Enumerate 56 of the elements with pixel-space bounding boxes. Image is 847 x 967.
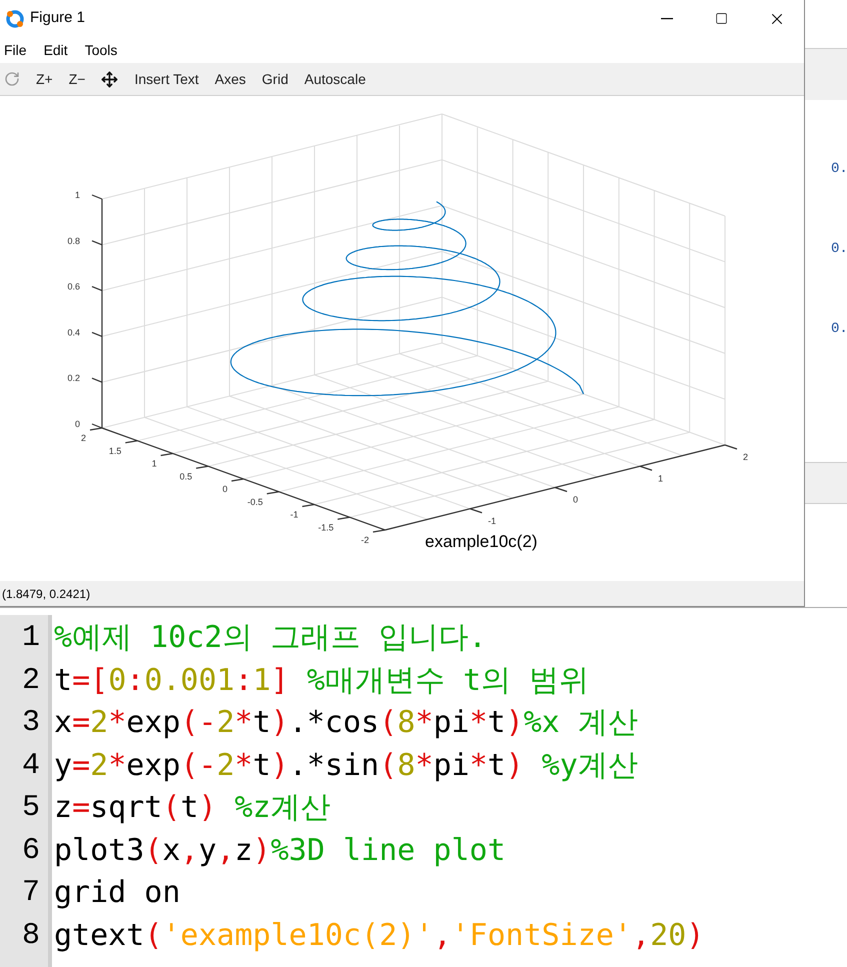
code-line: plot3(x,y,z)%3D line plot — [54, 832, 507, 870]
tick-label: -0.5 — [247, 496, 263, 507]
tick-label: 0.8 — [67, 236, 80, 246]
tick-label: 0.2 — [67, 373, 80, 384]
toolbar-button[interactable]: Insert Text — [134, 68, 199, 90]
toolbar-button[interactable]: Axes — [214, 68, 246, 90]
tick-label: -1.5 — [318, 522, 334, 532]
line-number: 2 — [22, 662, 40, 700]
minimize-icon — [660, 18, 672, 20]
rotate-icon[interactable] — [4, 71, 20, 87]
code-line: x=2*exp(-2*t).*cos(8*pi*t)%x 계산 — [54, 704, 639, 742]
tick-label: 0 — [222, 484, 228, 494]
toolbar-button[interactable]: Grid — [262, 68, 288, 90]
value-text: 0. — [831, 160, 847, 178]
tick-label: 2 — [743, 452, 748, 462]
app-logo-icon — [5, 8, 25, 28]
tick-label: 1 — [152, 458, 157, 468]
tick-label: 1 — [74, 190, 80, 200]
toolbar-button[interactable]: Z+ — [36, 68, 53, 90]
tick-label: -1 — [290, 510, 298, 520]
toolbar-button[interactable]: Autoscale — [304, 68, 366, 90]
code-line: gtext('example10c(2)','FontSize',20) — [54, 916, 704, 954]
plot-annotation: example10c(2) — [425, 532, 538, 551]
line-number: 3 — [22, 705, 40, 742]
line-number: 7 — [22, 875, 40, 912]
tick-label: -2 — [360, 535, 369, 545]
line-number: 5 — [22, 790, 40, 827]
tick-label: 0.4 — [67, 327, 80, 338]
line-number: 1 — [22, 620, 40, 657]
panel-band — [805, 462, 847, 504]
menu-item[interactable]: Edit — [44, 40, 68, 60]
tick-label: 0 — [573, 494, 578, 504]
tick-label: 1 — [658, 473, 664, 484]
tick-label: -1 — [488, 516, 496, 526]
pan-icon[interactable] — [101, 70, 118, 88]
maximize-icon — [715, 12, 728, 25]
code-line: grid on — [54, 874, 182, 912]
value-text: 0. — [831, 320, 847, 338]
toolbar-button[interactable]: Z− — [68, 68, 86, 90]
tick-label: 0.5 — [180, 471, 192, 482]
code-line: t=[0:0.001:1] %매개변수 t의 범위 — [54, 662, 590, 700]
code-line: y=2*exp(-2*t).*sin(8*pi*t) %y계산 — [54, 746, 639, 784]
cursor-coordinates: (1.8479, 0.2421) — [2, 586, 90, 602]
line-number: 6 — [22, 832, 40, 870]
value-text: 0. — [831, 240, 847, 258]
line-number: 4 — [22, 748, 40, 784]
code-line: z=sqrt(t) %z계산 — [54, 789, 332, 827]
line-number: 8 — [22, 918, 40, 954]
code-line: %예제 10c2의 그래프 입니다. — [54, 619, 488, 657]
window-title: Figure 1 — [30, 8, 86, 28]
tick-label: 0 — [74, 419, 80, 429]
tick-label: 2 — [80, 433, 86, 443]
tick-label: 1.5 — [108, 446, 122, 456]
tick-label: 0.6 — [67, 282, 80, 292]
menu-item[interactable]: Tools — [84, 40, 118, 60]
menu-item[interactable]: File — [4, 40, 27, 60]
